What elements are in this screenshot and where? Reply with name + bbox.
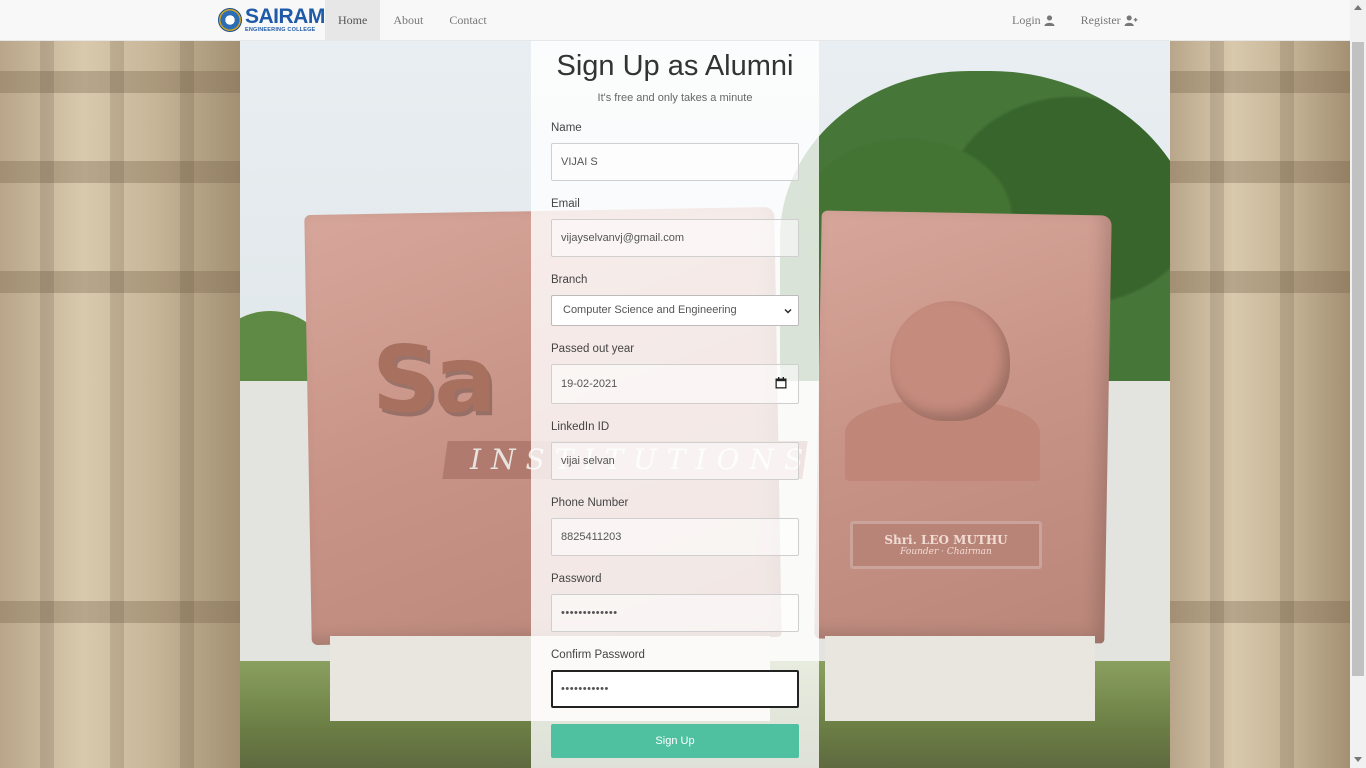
- plaque-role: Founder · Chairman: [900, 547, 992, 557]
- confirm-password-input[interactable]: •••••••••••: [551, 670, 799, 708]
- stone-pillar-right: [1170, 41, 1350, 768]
- linkedin-input[interactable]: vijai selvan: [551, 442, 799, 480]
- nav-links: Home About Contact: [325, 0, 500, 40]
- pillar-groove: [110, 41, 124, 768]
- stone-pillar-left: [0, 41, 240, 768]
- plaque-name: Shri. LEO MUTHU: [884, 533, 1008, 547]
- branch-label: Branch: [551, 274, 588, 286]
- nav-contact-link[interactable]: Contact: [436, 0, 499, 40]
- scrollbar-thumb[interactable]: [1352, 42, 1364, 676]
- nav-about-link[interactable]: About: [380, 0, 436, 40]
- nav-register-link[interactable]: Register: [1068, 0, 1151, 40]
- user-icon: [1044, 14, 1055, 26]
- branch-selected-value: Computer Science and Engineering: [563, 304, 737, 316]
- pillar-groove: [40, 41, 54, 768]
- login-label: Login: [1012, 13, 1041, 27]
- founder-plaque: Shri. LEO MUTHU Founder · Chairman: [850, 521, 1042, 569]
- scroll-up-arrow-icon[interactable]: [1354, 5, 1362, 10]
- nav-home-link[interactable]: Home: [325, 0, 381, 40]
- register-label: Register: [1080, 13, 1121, 27]
- linkedin-label: LinkedIn ID: [551, 421, 610, 433]
- pillar-band: [1170, 271, 1350, 293]
- password-label: Password: [551, 573, 602, 585]
- brand-tagline: ENGINEERING COLLEGE: [245, 27, 316, 34]
- pillar-groove: [180, 41, 194, 768]
- sign-up-button[interactable]: Sign Up: [551, 724, 799, 758]
- name-input[interactable]: VIJAI S: [551, 143, 799, 181]
- nav-login-link[interactable]: Login: [999, 0, 1068, 40]
- top-navbar: SAIRAM ENGINEERING COLLEGE Home About Co…: [0, 0, 1350, 41]
- passed-year-value: 19-02-2021: [561, 378, 618, 390]
- email-label: Email: [551, 198, 580, 210]
- phone-label: Phone Number: [551, 497, 629, 509]
- engraved-logo-text: Sa: [372, 326, 496, 433]
- password-input[interactable]: •••••••••••••: [551, 594, 799, 632]
- slab-base-right: [825, 636, 1095, 721]
- branch-select[interactable]: Computer Science and Engineering: [551, 295, 799, 326]
- passed-year-label: Passed out year: [551, 343, 635, 355]
- scroll-down-arrow-icon[interactable]: [1354, 757, 1362, 762]
- form-title: Sign Up as Alumni: [556, 50, 794, 82]
- pillar-band: [1170, 161, 1350, 183]
- email-input[interactable]: vijayselvanvj@gmail.com: [551, 219, 799, 257]
- chevron-down-icon: [784, 309, 792, 314]
- pillar-band: [1170, 71, 1350, 93]
- phone-input[interactable]: 8825411203: [551, 518, 799, 556]
- brand-text: SAIRAM ENGINEERING COLLEGE: [245, 6, 325, 34]
- brand-name: SAIRAM: [245, 5, 325, 29]
- pillar-groove: [1280, 41, 1294, 768]
- pillar-groove: [1210, 41, 1224, 768]
- confirm-password-label: Confirm Password: [551, 649, 645, 661]
- brand-logo[interactable]: SAIRAM ENGINEERING COLLEGE: [218, 5, 325, 35]
- user-plus-icon: [1124, 14, 1138, 26]
- nav-account-links: Login Register: [999, 0, 1151, 40]
- relief-figure-face: [890, 301, 1010, 421]
- name-label: Name: [551, 122, 582, 134]
- form-subtitle: It's free and only takes a minute: [597, 92, 753, 104]
- passed-year-date-input[interactable]: 19-02-2021: [551, 364, 799, 404]
- college-seal-icon: [218, 8, 242, 32]
- alumni-signup-form: Sign Up as Alumni It's free and only tak…: [531, 41, 819, 768]
- calendar-icon[interactable]: [775, 377, 787, 389]
- pillar-band: [1170, 601, 1350, 623]
